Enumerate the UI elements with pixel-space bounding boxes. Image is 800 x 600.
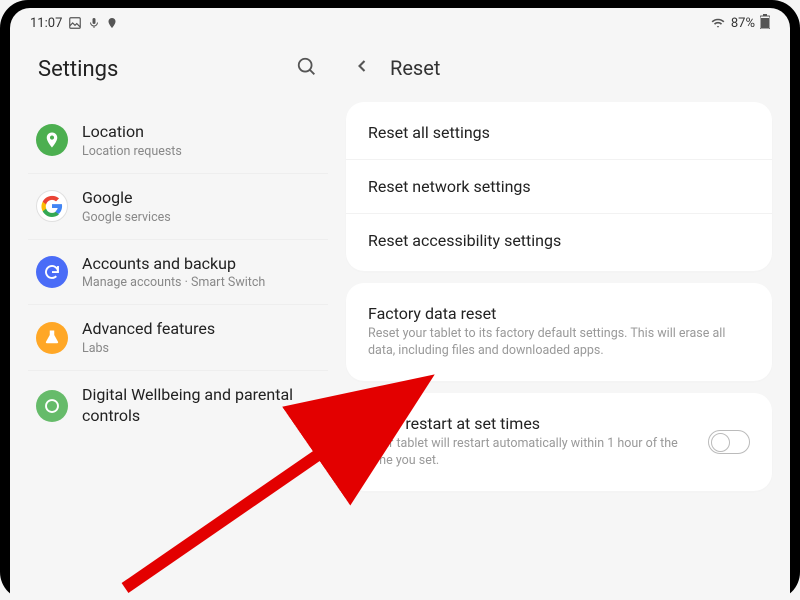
page-title: Reset <box>390 56 440 80</box>
reset-row-label: Reset network settings <box>368 177 750 196</box>
status-bar: 11:07 87% <box>10 8 790 38</box>
status-time: 11:07 <box>30 16 62 31</box>
settings-title: Settings <box>38 57 118 82</box>
reset-accessibility-settings[interactable]: Reset accessibility settings <box>346 214 772 267</box>
sidebar-item-label: Accounts and backup <box>82 254 265 275</box>
auto-restart-subtitle: Your tablet will restart automatically w… <box>368 436 694 470</box>
google-icon <box>36 190 68 222</box>
wifi-icon <box>710 16 726 30</box>
reset-row-label: Reset all settings <box>368 123 750 142</box>
settings-sidebar[interactable]: Settings Location Location requests <box>10 38 340 600</box>
picture-icon <box>68 16 82 30</box>
sidebar-item-location[interactable]: Location Location requests <box>28 108 328 174</box>
back-button[interactable] <box>352 56 372 80</box>
location-icon <box>36 124 68 156</box>
factory-reset-subtitle: Reset your tablet to its factory default… <box>368 326 750 360</box>
sidebar-item-subtitle: Labs <box>82 341 215 356</box>
reset-options-card: Reset all settings Reset network setting… <box>346 102 772 271</box>
flask-icon <box>36 322 68 354</box>
sidebar-item-subtitle: Google services <box>82 210 171 225</box>
wellbeing-icon <box>36 390 68 422</box>
sidebar-item-advanced[interactable]: Advanced features Labs <box>28 305 328 371</box>
battery-percent: 87% <box>731 16 755 31</box>
auto-restart-card: Auto restart at set times Your tablet wi… <box>346 393 772 491</box>
reset-network-settings[interactable]: Reset network settings <box>346 160 772 214</box>
reset-panel: Reset Reset all settings Reset network s… <box>340 38 790 600</box>
sidebar-item-label: Advanced features <box>82 319 215 340</box>
factory-reset-card[interactable]: Factory data reset Reset your tablet to … <box>346 283 772 381</box>
reset-all-settings[interactable]: Reset all settings <box>346 106 772 160</box>
mic-icon <box>88 16 100 30</box>
search-button[interactable] <box>296 56 318 82</box>
auto-restart-title: Auto restart at set times <box>368 414 694 433</box>
sidebar-item-google[interactable]: Google Google services <box>28 174 328 240</box>
location-status-icon <box>106 16 118 30</box>
factory-reset-title: Factory data reset <box>368 304 750 323</box>
sidebar-item-digital-wellbeing[interactable]: Digital Wellbeing and parental controls <box>28 371 328 441</box>
sync-icon <box>36 256 68 288</box>
sidebar-item-accounts[interactable]: Accounts and backup Manage accounts · Sm… <box>28 240 328 306</box>
sidebar-item-subtitle: Location requests <box>82 144 182 159</box>
reset-row-label: Reset accessibility settings <box>368 231 750 250</box>
sidebar-item-label: Location <box>82 122 182 143</box>
sidebar-item-label: Google <box>82 188 171 209</box>
sidebar-item-label: Digital Wellbeing and parental controls <box>82 385 320 427</box>
battery-icon <box>760 14 770 33</box>
auto-restart-toggle[interactable] <box>708 430 750 454</box>
sidebar-item-subtitle: Manage accounts · Smart Switch <box>82 275 265 290</box>
